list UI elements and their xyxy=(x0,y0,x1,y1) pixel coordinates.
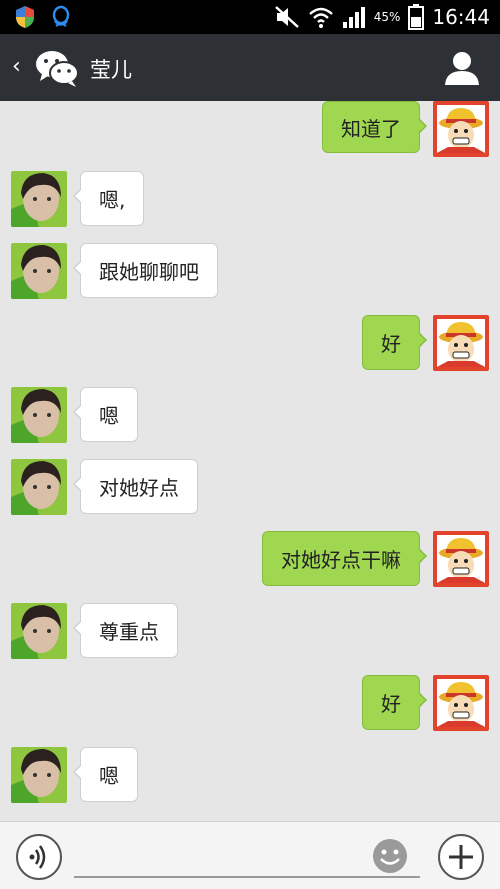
battery-percent: 45% xyxy=(373,10,401,24)
my-avatar[interactable] xyxy=(433,315,489,371)
message-bubble-sent[interactable]: 好 xyxy=(362,315,427,370)
status-bar: 45% 16:44 xyxy=(0,0,500,34)
battery-icon xyxy=(408,4,425,30)
message-row-received: 嗯, xyxy=(0,171,500,229)
message-bubble-sent[interactable]: 好 xyxy=(362,675,427,730)
my-avatar[interactable] xyxy=(433,675,489,731)
mute-icon xyxy=(274,6,299,28)
message-row-received: 嗯 xyxy=(0,747,500,805)
message-bubble-sent[interactable]: 知道了 xyxy=(322,101,427,153)
qq-icon xyxy=(52,5,70,27)
message-bubble-received[interactable]: 嗯, xyxy=(72,171,145,226)
message-row-sent: 知道了 xyxy=(0,101,500,159)
contact-avatar[interactable] xyxy=(11,459,67,515)
message-bubble-received[interactable]: 尊重点 xyxy=(73,603,178,658)
input-bar xyxy=(0,821,500,889)
contact-avatar[interactable] xyxy=(11,747,67,803)
message-bubble-received[interactable]: 嗯 xyxy=(73,387,138,442)
app-store-icon xyxy=(16,6,34,28)
my-avatar[interactable] xyxy=(433,531,489,587)
contact-avatar[interactable] xyxy=(11,243,67,299)
message-row-received: 跟她聊聊吧 xyxy=(0,243,500,301)
message-bubble-received[interactable]: 对她好点 xyxy=(73,459,198,514)
contact-avatar[interactable] xyxy=(11,603,67,659)
plus-icon xyxy=(449,845,473,869)
my-avatar[interactable] xyxy=(433,101,489,157)
message-bubble-sent[interactable]: 对她好点干嘛 xyxy=(262,531,427,586)
message-row-received: 嗯 xyxy=(0,387,500,445)
message-bubble-received[interactable]: 嗯 xyxy=(73,747,138,802)
wechat-icon[interactable] xyxy=(34,48,80,88)
chat-title: 莹儿 xyxy=(90,58,132,82)
clock: 16:44 xyxy=(432,5,490,29)
message-input[interactable] xyxy=(74,836,420,878)
message-row-sent: 好 xyxy=(0,315,500,373)
message-row-sent: 对她好点干嘛 xyxy=(0,531,500,589)
profile-icon[interactable] xyxy=(442,48,482,88)
voice-button[interactable] xyxy=(16,834,62,880)
back-icon[interactable]: ‹ xyxy=(12,54,21,79)
message-row-received: 尊重点 xyxy=(0,603,500,661)
signal-icon xyxy=(342,7,365,28)
contact-avatar[interactable] xyxy=(11,387,67,443)
voice-icon xyxy=(29,845,46,869)
message-row-received: 对她好点 xyxy=(0,459,500,517)
chat-header: ‹ 莹儿 xyxy=(0,34,500,101)
message-bubble-received[interactable]: 跟她聊聊吧 xyxy=(73,243,218,298)
emoji-icon[interactable] xyxy=(370,836,410,876)
wifi-icon xyxy=(308,7,333,28)
message-list[interactable]: 知道了 嗯, 跟她聊聊吧 好 嗯 对她好点 对她好点干嘛 尊重点 好 嗯 xyxy=(0,101,500,821)
plus-button[interactable] xyxy=(438,834,484,880)
contact-avatar[interactable] xyxy=(11,171,67,227)
message-row-sent: 好 xyxy=(0,675,500,733)
